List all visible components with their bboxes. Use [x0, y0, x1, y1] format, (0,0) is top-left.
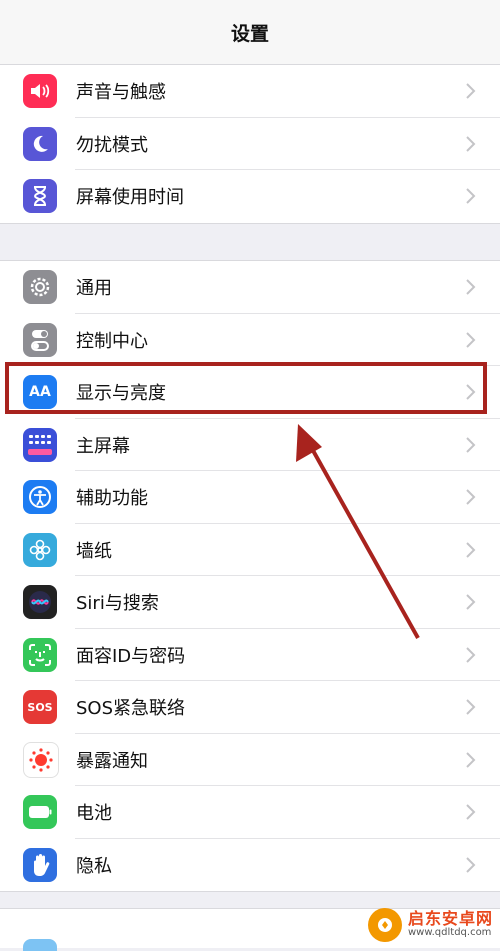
settings-item-wallpaper[interactable]: 墙纸 — [0, 524, 500, 577]
settings-item-emergency-sos[interactable]: SOS SOS紧急联络 — [0, 681, 500, 734]
settings-item-privacy[interactable]: 隐私 — [0, 839, 500, 892]
gear-icon — [23, 270, 57, 305]
watermark-name: 启东安卓网 — [408, 909, 494, 929]
chevron-right-icon — [466, 489, 476, 505]
settings-item-home-screen[interactable]: 主屏幕 — [0, 419, 500, 472]
settings-item-label: 隐私 — [76, 855, 112, 877]
settings-item-label: 电池 — [76, 803, 112, 825]
settings-item-label: 控制中心 — [76, 330, 148, 352]
chevron-right-icon — [466, 136, 476, 152]
settings-item-label: Siri与搜索 — [76, 593, 159, 615]
sos-icon: SOS — [23, 690, 57, 725]
watermark: 启东安卓网 www.qdltdq.com — [368, 906, 498, 944]
settings-item-screen-time[interactable]: 屏幕使用时间 — [0, 170, 500, 223]
settings-item-label: 暴露通知 — [76, 750, 148, 772]
settings-item-label: 通用 — [76, 278, 112, 300]
flower-icon — [23, 532, 57, 567]
hourglass-icon — [23, 179, 57, 214]
settings-item-label: 辅助功能 — [76, 488, 148, 510]
chevron-right-icon — [466, 647, 476, 663]
face-id-icon — [23, 637, 57, 672]
settings-item-label: 面容ID与密码 — [76, 645, 186, 667]
settings-item-label: 墙纸 — [76, 540, 112, 562]
toggles-icon — [23, 322, 57, 357]
speaker-icon — [23, 74, 57, 109]
settings-item-accessibility[interactable]: 辅助功能 — [0, 471, 500, 524]
chevron-right-icon — [466, 279, 476, 295]
chevron-right-icon — [466, 857, 476, 873]
settings-item-exposure-notifications[interactable]: 暴露通知 — [0, 734, 500, 787]
chevron-right-icon — [466, 83, 476, 99]
hand-icon — [23, 847, 57, 882]
watermark-logo-icon — [368, 908, 402, 942]
settings-group-1: 声音与触感 勿扰模式 屏幕使用时间 — [0, 64, 500, 224]
settings-item-label: 屏幕使用时间 — [76, 187, 184, 209]
partial-icon — [23, 939, 57, 951]
settings-item-label: 勿扰模式 — [76, 134, 148, 156]
settings-item-face-id[interactable]: 面容ID与密码 — [0, 629, 500, 682]
chevron-right-icon — [466, 332, 476, 348]
navigation-bar: 设置 — [0, 0, 500, 65]
chevron-right-icon — [466, 437, 476, 453]
chevron-right-icon — [466, 188, 476, 204]
siri-icon — [23, 585, 57, 620]
settings-item-siri-search[interactable]: Siri与搜索 — [0, 576, 500, 629]
settings-item-sounds[interactable]: 声音与触感 — [0, 65, 500, 118]
settings-item-label: 声音与触感 — [76, 82, 166, 104]
settings-item-general[interactable]: 通用 — [0, 261, 500, 314]
accessibility-icon — [23, 480, 57, 515]
settings-group-2: 通用 控制中心 AA 显示与亮度 主屏幕 辅助功能 墙纸 Siri与搜索 面容I… — [0, 260, 500, 892]
text-size-icon: AA — [23, 375, 57, 410]
settings-item-label: SOS紧急联络 — [76, 698, 186, 720]
exposure-icon — [23, 741, 59, 778]
page-title: 设置 — [230, 22, 269, 45]
chevron-right-icon — [466, 752, 476, 768]
chevron-right-icon — [466, 804, 476, 820]
settings-item-label: 显示与亮度 — [76, 383, 166, 405]
settings-item-display-brightness[interactable]: AA 显示与亮度 — [0, 366, 500, 419]
battery-icon — [23, 795, 57, 830]
settings-item-do-not-disturb[interactable]: 勿扰模式 — [0, 118, 500, 171]
watermark-url: www.qdltdq.com — [408, 927, 492, 939]
settings-item-control-center[interactable]: 控制中心 — [0, 314, 500, 367]
settings-item-battery[interactable]: 电池 — [0, 786, 500, 839]
settings-item-label: 主屏幕 — [76, 435, 130, 457]
chevron-right-icon — [466, 594, 476, 610]
chevron-right-icon — [466, 542, 476, 558]
chevron-right-icon — [466, 384, 476, 400]
chevron-right-icon — [466, 699, 476, 715]
watermark-text: 启东安卓网 www.qdltdq.com — [408, 911, 493, 938]
home-grid-icon — [23, 427, 57, 462]
moon-icon — [23, 126, 57, 161]
